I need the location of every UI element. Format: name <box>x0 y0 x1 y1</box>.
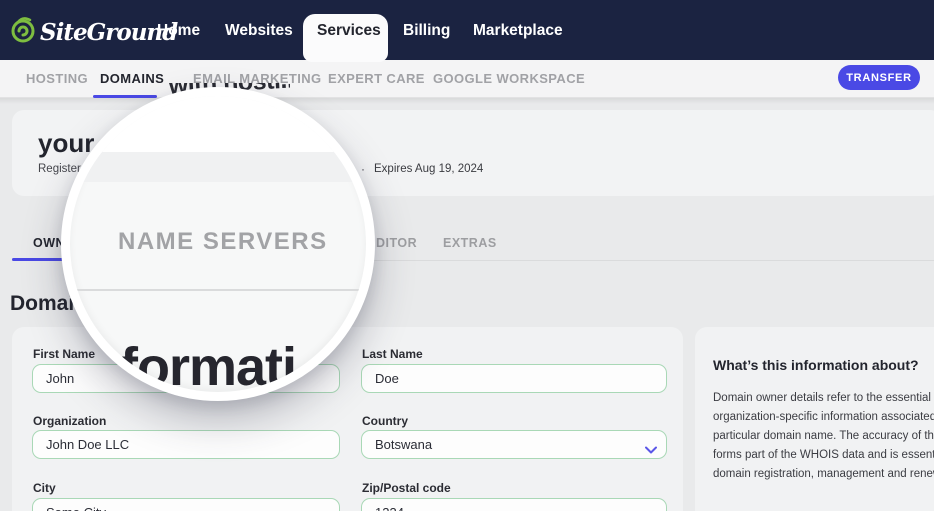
tab-editor[interactable]: DITOR <box>376 236 417 250</box>
subnav-item-google-workspace[interactable]: GOOGLE WORKSPACE <box>433 71 585 86</box>
zip-label: Zip/Postal code <box>362 481 451 495</box>
tab-extras[interactable]: EXTRAS <box>443 236 497 250</box>
last-name-input[interactable] <box>361 364 667 393</box>
info-panel-text: Domain owner details refer to the essent… <box>713 389 934 484</box>
first-name-label: First Name <box>33 347 96 361</box>
expires-date-text: Expires Aug 19, 2024 <box>374 163 484 175</box>
magnifier-lens: NAME SERVERS formati <box>61 87 375 401</box>
info-line: domain registration, management and rene… <box>713 468 934 480</box>
organization-input[interactable] <box>32 430 340 459</box>
nav-item-marketplace[interactable]: Marketplace <box>473 22 563 40</box>
siteground-logo[interactable]: SiteGround <box>10 15 178 50</box>
info-line: particular domain name. The accuracy of … <box>713 430 934 442</box>
magnified-heading-fragment: formati <box>120 337 297 397</box>
magnified-tab-divider <box>70 289 366 291</box>
info-panel-title: What’s this information about? <box>713 357 919 373</box>
siteground-logo-icon <box>10 15 36 50</box>
owner-active-underline <box>12 258 64 261</box>
nav-item-billing[interactable]: Billing <box>403 22 450 40</box>
organization-label: Organization <box>33 414 107 428</box>
transfer-button[interactable]: TRANSFER <box>838 65 920 90</box>
subnav-item-hosting[interactable]: HOSTING <box>26 71 88 86</box>
subnav-item-domains[interactable]: DOMAINS <box>100 71 164 86</box>
chevron-down-icon[interactable] <box>645 441 657 459</box>
last-name-label: Last Name <box>362 347 423 361</box>
magnified-card-edge <box>70 96 366 152</box>
info-line: Domain owner details refer to the essent… <box>713 392 934 404</box>
magnified-name-servers-tab: NAME SERVERS <box>118 228 328 255</box>
zip-input[interactable] <box>361 498 667 511</box>
city-input[interactable] <box>32 498 340 511</box>
nav-item-websites[interactable]: Websites <box>225 22 293 40</box>
magnified-card-band <box>70 152 366 182</box>
subnav-item-expert-care[interactable]: EXPERT CARE <box>328 71 425 86</box>
info-line: organization-specific information associ… <box>713 411 934 423</box>
city-label: City <box>33 481 56 495</box>
country-select[interactable] <box>361 430 667 459</box>
info-line: forms part of the WHOIS data and is esse… <box>713 449 934 461</box>
nav-item-home[interactable]: Home <box>157 22 200 40</box>
nav-item-services[interactable]: Services <box>317 22 381 40</box>
country-label: Country <box>362 414 408 428</box>
